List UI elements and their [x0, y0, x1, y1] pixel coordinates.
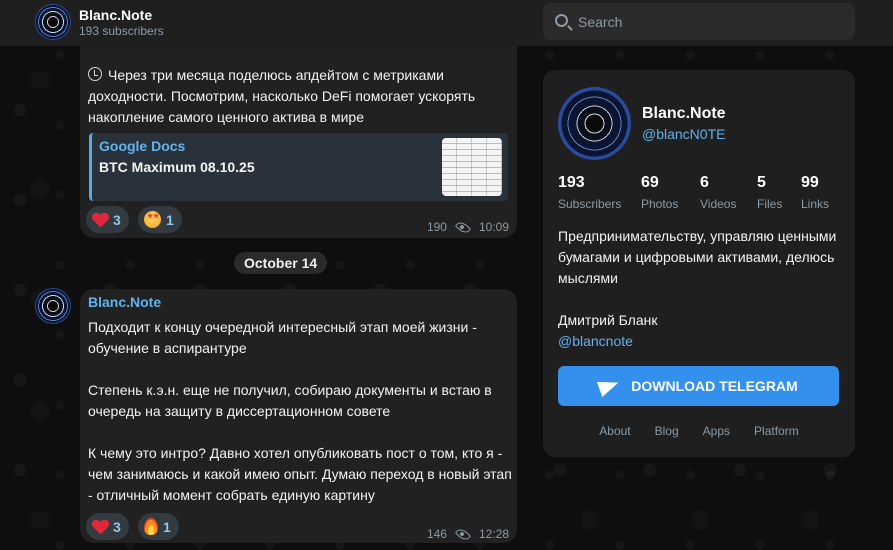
author-avatar[interactable]: [35, 288, 71, 324]
reaction-heart[interactable]: 3: [86, 513, 129, 540]
reaction-count: 3: [113, 518, 121, 535]
stat-value: 69: [641, 174, 659, 191]
fire-icon: [144, 518, 158, 535]
heart-icon: [92, 213, 108, 227]
stat-label: Links: [801, 197, 830, 211]
download-telegram-button[interactable]: DOWNLOAD TELEGRAM: [558, 366, 839, 406]
message-author[interactable]: Blanc.Note: [88, 294, 161, 310]
channel-name: Blanc.Note: [642, 105, 726, 122]
message-meta: 190 10:09: [426, 218, 509, 236]
channel-description: Предпринимательству, управляю ценными бу…: [558, 228, 837, 286]
message-meta: 146 12:28: [426, 525, 509, 543]
stat-label: Photos: [641, 197, 679, 211]
message-time: 10:09: [478, 220, 509, 234]
message-text: Через три месяца поделюсь апдейтом с мет…: [88, 65, 512, 128]
telegram-plane-icon: [597, 375, 622, 397]
footer-link-apps[interactable]: Apps: [701, 424, 732, 438]
owner-name: Дмитрий Бланк: [558, 312, 658, 328]
channel-avatar[interactable]: [35, 4, 71, 40]
message-bubble: Blanc.Note Подходит к концу очередной ин…: [80, 289, 517, 543]
stat-value: 99: [801, 174, 819, 191]
stat-label: Files: [757, 197, 783, 211]
clock-emoji-icon: [88, 67, 102, 81]
stat-label: Videos: [700, 197, 737, 211]
reaction-count: 3: [113, 211, 121, 228]
document-thumbnail: [442, 138, 502, 196]
link-preview-source: Google Docs: [99, 138, 186, 154]
stat-value: 5: [757, 174, 766, 191]
reaction-count: 1: [163, 518, 171, 535]
channel-header: Blanc.Note 193 subscribers: [0, 0, 893, 46]
heart-icon: [92, 520, 108, 534]
reaction-heart[interactable]: 3: [86, 206, 129, 233]
message-time: 12:28: [478, 527, 509, 541]
link-preview[interactable]: Google Docs BTC Maximum 08.10.25: [89, 133, 508, 201]
channel-avatar-large: [558, 87, 631, 160]
search-input[interactable]: [578, 11, 838, 33]
footer-link-about[interactable]: About: [597, 424, 632, 438]
message-text: Подходит к концу очередной интересный эт…: [88, 319, 512, 503]
stat-label: Subscribers: [558, 197, 622, 211]
subscriber-count: 193 subscribers: [79, 24, 164, 38]
footer-links: About Blog Apps Platform: [543, 424, 855, 438]
message-text-body: Через три месяца поделюсь апдейтом с мет…: [88, 67, 476, 125]
stat-links: 99 Links: [801, 174, 829, 211]
stat-value: 6: [700, 174, 709, 191]
reaction-fire[interactable]: 1: [138, 513, 179, 540]
eye-icon: [454, 218, 472, 236]
reaction-star-struck[interactable]: 1: [138, 206, 182, 233]
stat-videos: 6 Videos: [700, 174, 736, 211]
stat-value: 193: [558, 174, 585, 191]
owner-handle[interactable]: @blancnote: [558, 331, 633, 352]
footer-link-platform[interactable]: Platform: [752, 424, 801, 438]
stat-photos: 69 Photos: [641, 174, 678, 211]
message-bubble: Через три месяца поделюсь апдейтом с мет…: [80, 40, 517, 238]
channel-title[interactable]: Blanc.Note: [79, 7, 152, 23]
search-icon: [555, 14, 568, 27]
download-button-label: DOWNLOAD TELEGRAM: [631, 378, 798, 394]
star-struck-icon: [144, 211, 161, 228]
search-box[interactable]: [543, 3, 855, 40]
link-preview-title: BTC Maximum 08.10.25: [99, 159, 255, 175]
stat-subscribers: 193 Subscribers: [558, 174, 621, 211]
view-count: 146: [426, 527, 447, 541]
stat-files: 5 Files: [757, 174, 782, 211]
view-count: 190: [426, 220, 447, 234]
channel-handle[interactable]: @blancN0TE: [642, 126, 725, 142]
date-separator: October 14: [234, 252, 328, 274]
eye-icon: [454, 525, 472, 543]
footer-link-blog[interactable]: Blog: [653, 424, 681, 438]
reaction-count: 1: [166, 211, 174, 228]
channel-info-card: Blanc.Note @blancN0TE 193 Subscribers 69…: [543, 70, 855, 457]
